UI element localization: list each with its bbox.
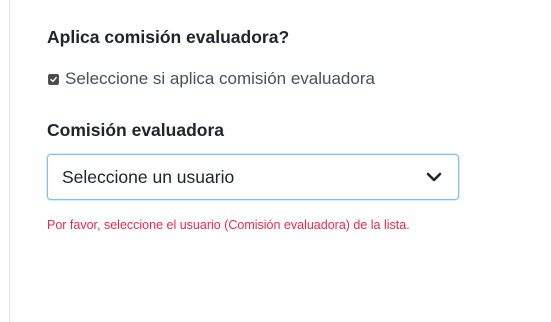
- committee-select-value[interactable]: Seleccione un usuario: [62, 167, 424, 188]
- applies-committee-title: Aplica comisión evaluadora?: [47, 27, 290, 47]
- check-icon: [49, 74, 58, 84]
- applies-committee-checkbox-row[interactable]: Seleccione si aplica comisión evaluadora: [47, 68, 375, 90]
- applies-committee-checkbox[interactable]: [48, 73, 59, 85]
- panel-left-border: [9, 0, 10, 322]
- chevron-down-icon[interactable]: [424, 167, 444, 187]
- committee-user-select[interactable]: Seleccione un usuario: [47, 154, 459, 200]
- committee-title: Comisión evaluadora: [47, 120, 224, 140]
- applies-committee-checkbox-label[interactable]: Seleccione si aplica comisión evaluadora: [65, 68, 375, 90]
- committee-error-message: Por favor, seleccione el usuario (Comisi…: [47, 218, 410, 232]
